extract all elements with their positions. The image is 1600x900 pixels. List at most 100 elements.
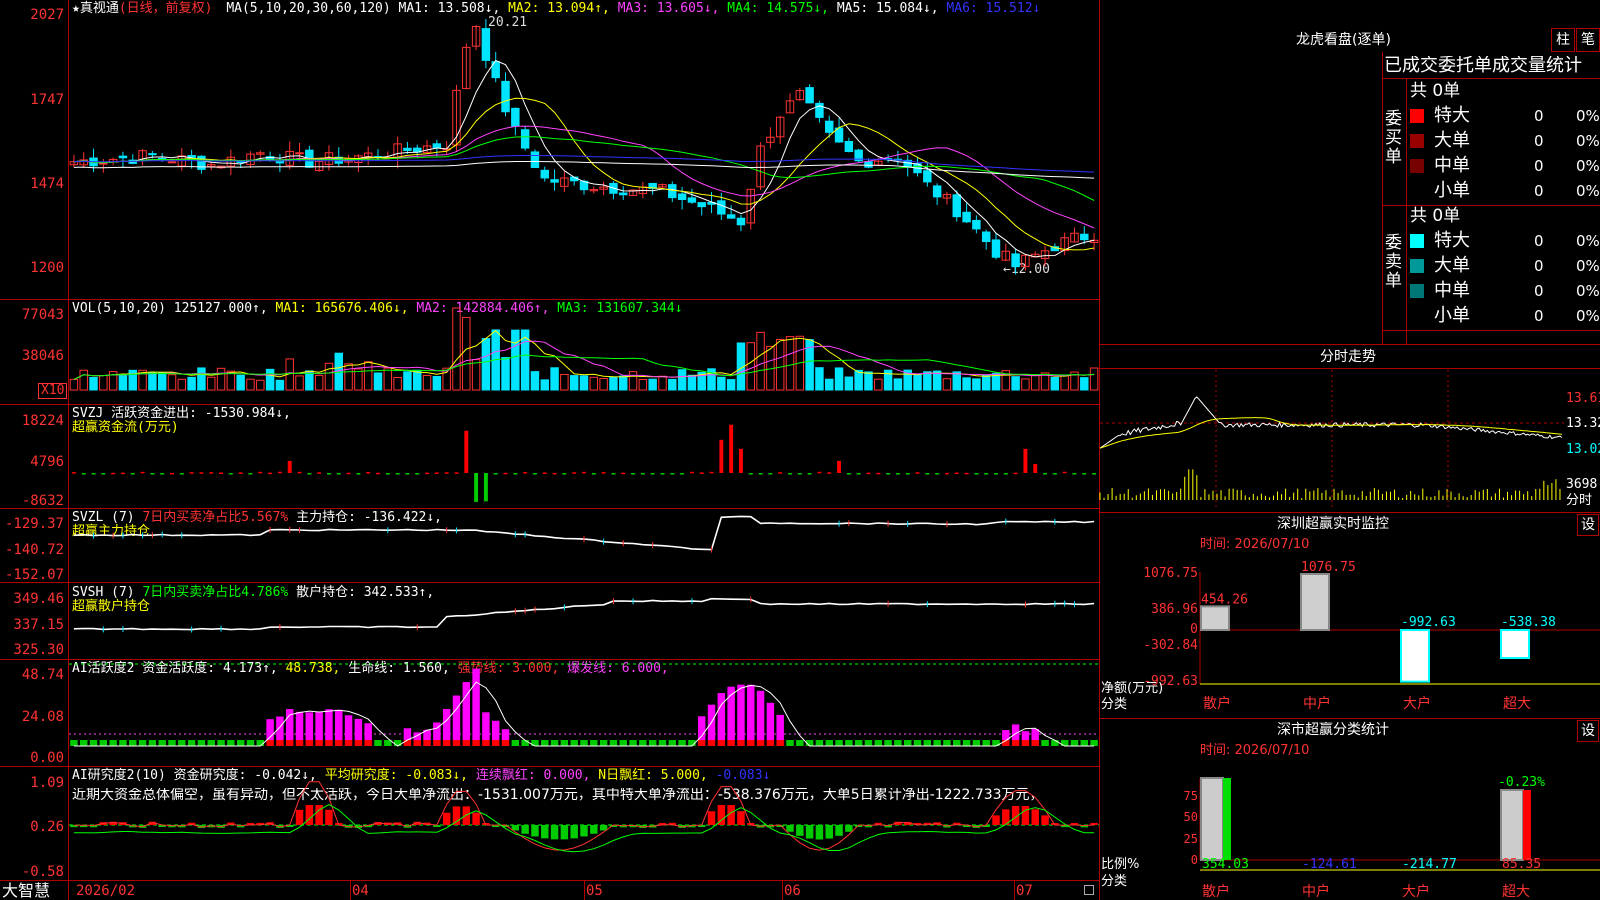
price-candlestick-chart[interactable] xyxy=(69,14,1099,299)
category-top-label: -0.23% xyxy=(1498,775,1545,790)
monitor-bar-chart[interactable]: 454.26 散户 1076.75 中户 -992.63 大户 -538.38 超大 xyxy=(1100,512,1600,717)
flow-bar xyxy=(130,473,135,475)
buy-row-swatch-1 xyxy=(1410,134,1424,148)
volume-bar xyxy=(246,378,255,391)
activity-bar xyxy=(442,708,451,740)
activity-base-bar xyxy=(295,740,304,746)
activity-base-bar xyxy=(89,740,98,746)
activity-bar xyxy=(737,684,745,740)
activity-base-bar xyxy=(207,740,215,746)
vol-unit-badge[interactable]: X10 xyxy=(38,383,68,399)
activity-base-bar xyxy=(717,740,726,746)
flow-bar xyxy=(189,472,194,474)
volume-chart[interactable] xyxy=(69,300,1099,404)
activity-base-bar xyxy=(776,740,784,746)
volume-bar xyxy=(560,373,569,391)
candle-body xyxy=(540,169,549,179)
volume-bar xyxy=(981,374,991,391)
flow-bar xyxy=(1023,448,1028,473)
activity-bar xyxy=(433,722,441,740)
flow-bar xyxy=(1033,463,1038,473)
flow-bar xyxy=(542,472,547,474)
category-category-3: 超大 xyxy=(1502,884,1530,900)
flow-bar xyxy=(238,472,243,474)
flow-bar xyxy=(297,471,302,474)
flow-bar xyxy=(1052,473,1057,475)
flow-bar xyxy=(611,473,616,475)
candle-body xyxy=(619,192,628,196)
research-bar xyxy=(550,825,559,840)
volume-bar xyxy=(501,357,510,391)
candle-body xyxy=(520,129,530,149)
activity-bar xyxy=(462,682,471,740)
sell-row-label-0: 特大 xyxy=(1434,230,1470,251)
ai-research-chart[interactable] xyxy=(69,767,1099,880)
flow-bar xyxy=(758,473,763,475)
activity-base-bar xyxy=(697,740,706,746)
flow-bar xyxy=(415,473,420,475)
volume-bar xyxy=(726,379,736,391)
flow-bar xyxy=(974,473,979,475)
ai-active-chart[interactable] xyxy=(69,660,1099,766)
longhu-left-line xyxy=(1382,52,1383,344)
activity-base-bar xyxy=(541,740,549,746)
bar-mode-button[interactable]: 柱 xyxy=(1551,28,1575,52)
volume-bar xyxy=(775,338,785,391)
activity-bar xyxy=(335,709,343,740)
activity-base-bar xyxy=(796,740,804,746)
volume-bar xyxy=(383,367,393,391)
tick-mode-button[interactable]: 笔 xyxy=(1576,28,1600,52)
activity-base-bar xyxy=(148,740,157,746)
activity-base-bar xyxy=(413,740,421,746)
divider-date-axis xyxy=(0,880,1100,881)
sell-row-label-1: 大单 xyxy=(1434,255,1470,276)
candle-body xyxy=(962,211,971,223)
category-category-0: 散户 xyxy=(1202,883,1230,900)
activity-bar xyxy=(315,711,323,740)
activity-base-bar xyxy=(511,740,520,746)
research-bar xyxy=(815,825,824,840)
flow-bar xyxy=(150,473,155,475)
date-sep-2 xyxy=(584,880,585,900)
flow-bar xyxy=(944,472,949,475)
volume-bar xyxy=(413,369,422,391)
volume-bar xyxy=(579,375,589,391)
flow-bar xyxy=(994,473,998,475)
activity-base-bar xyxy=(619,740,627,746)
date-sep-3 xyxy=(782,880,783,900)
lock-icon[interactable] xyxy=(1084,885,1094,895)
flow-bar xyxy=(738,448,743,473)
svzl-holding-chart[interactable] xyxy=(69,509,1099,582)
activity-base-bar xyxy=(1031,740,1039,746)
volume-bar xyxy=(177,378,187,391)
intraday-chart[interactable] xyxy=(1099,370,1564,510)
flow-bar xyxy=(81,473,86,475)
flow-bar xyxy=(1043,473,1048,475)
flow-bar xyxy=(1013,472,1018,475)
volume-bar xyxy=(363,361,373,391)
volume-bar xyxy=(893,378,903,391)
flow-bar xyxy=(797,473,802,475)
volume-bar xyxy=(962,377,971,391)
volume-bar xyxy=(569,375,579,391)
flow-bar xyxy=(483,473,488,502)
flow-bar xyxy=(111,472,116,475)
research-bar xyxy=(590,825,598,834)
activity-base-bar xyxy=(158,740,166,746)
date-sep-1 xyxy=(350,880,351,900)
activity-base-bar xyxy=(884,740,892,746)
app-logo: 大智慧 xyxy=(2,881,51,900)
candle-body xyxy=(932,185,942,198)
activity-base-bar xyxy=(227,740,235,746)
activity-bar xyxy=(403,728,412,740)
activity-base-bar xyxy=(825,740,833,746)
category-bar-chart[interactable]: -0.23% 354.03 散户 -124.61 中户 -214.77 大户 85.35 超大 xyxy=(1100,718,1600,900)
activity-base-bar xyxy=(766,740,775,746)
flow-bar xyxy=(650,473,655,475)
flow-bar xyxy=(621,472,626,475)
longhu-header: 已成交委托单成交量统计 xyxy=(1384,56,1582,76)
svsh-holding-chart[interactable] xyxy=(69,583,1099,659)
activity-base-bar xyxy=(854,740,863,746)
svzj-tick-4796: 4796 xyxy=(30,454,64,470)
svzj-flow-chart[interactable] xyxy=(69,405,1099,508)
